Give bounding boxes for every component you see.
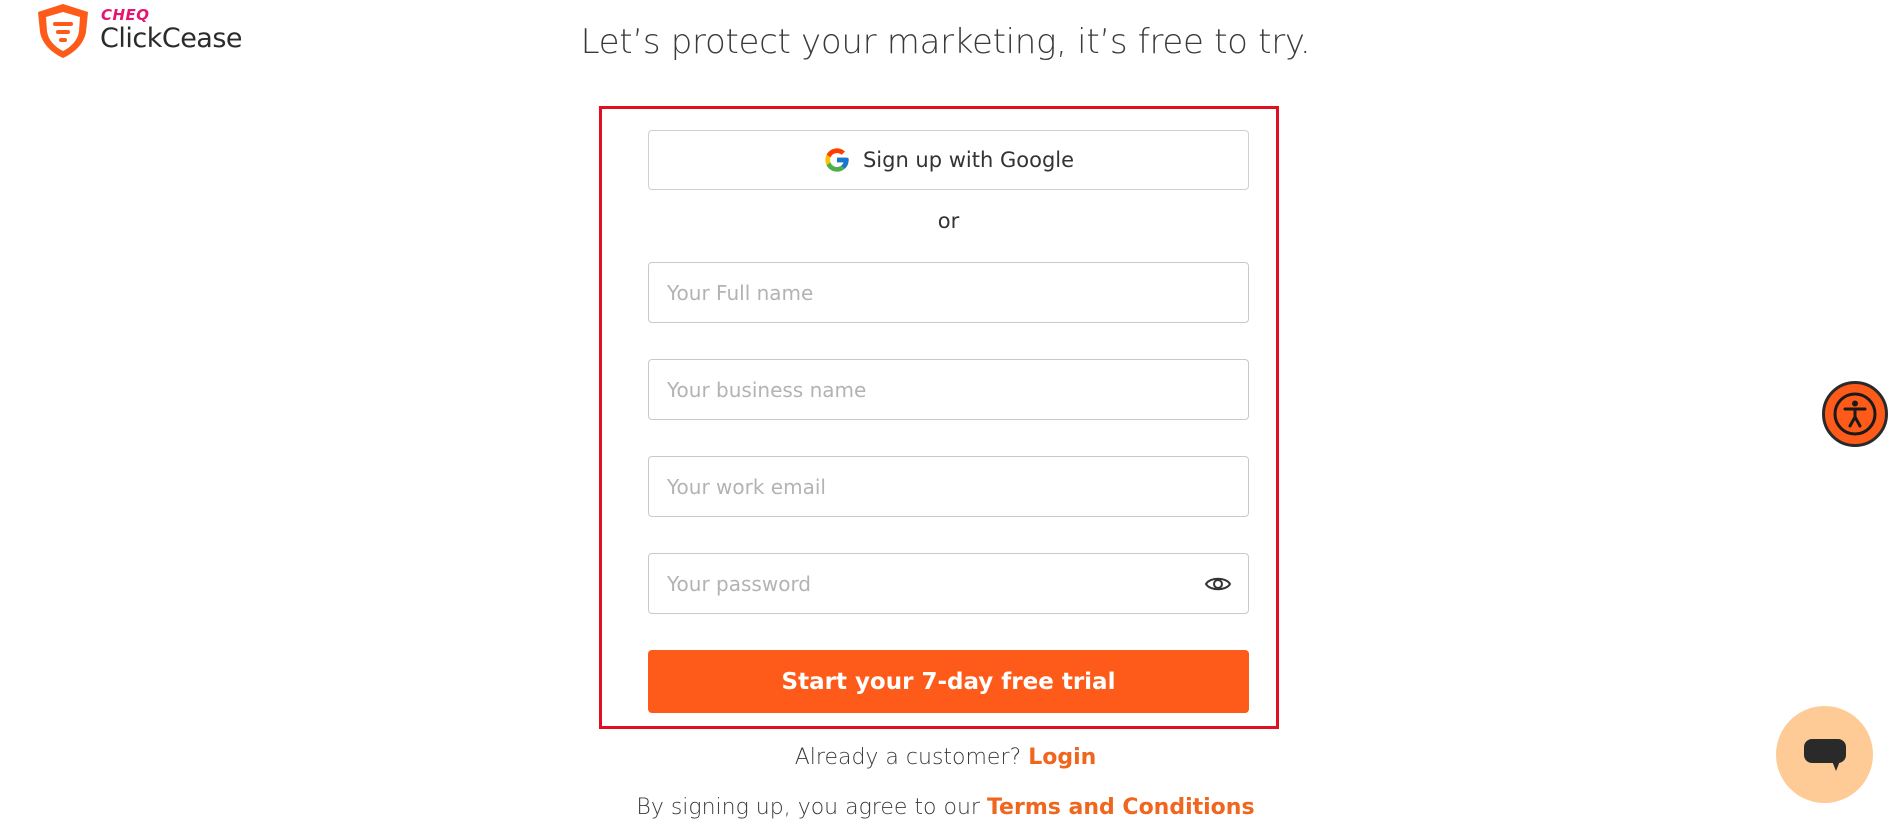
login-prompt: Already a customer? Login — [0, 745, 1891, 770]
signup-form: Sign up with Google or Start your 7-day … — [648, 130, 1249, 713]
terms-text: By signing up, you agree to our — [636, 795, 980, 820]
google-g-icon — [825, 148, 849, 172]
or-divider: or — [937, 209, 960, 233]
eye-icon[interactable] — [1204, 574, 1232, 594]
terms-notice: By signing up, you agree to our Terms an… — [0, 795, 1891, 820]
terms-link[interactable]: Terms and Conditions — [987, 795, 1255, 820]
password-input[interactable] — [649, 554, 1248, 613]
full-name-field — [648, 262, 1249, 323]
work-email-input[interactable] — [649, 457, 1248, 516]
accessibility-button[interactable] — [1822, 381, 1888, 447]
business-name-field — [648, 359, 1249, 420]
start-trial-button[interactable]: Start your 7-day free trial — [648, 650, 1249, 713]
chat-bubble-icon — [1803, 738, 1846, 771]
google-signup-label: Sign up with Google — [862, 148, 1075, 172]
work-email-field — [648, 456, 1249, 517]
business-name-input[interactable] — [649, 360, 1248, 419]
google-signup-button[interactable]: Sign up with Google — [648, 130, 1249, 190]
login-prompt-text: Already a customer? — [794, 745, 1022, 770]
password-field — [648, 553, 1249, 614]
page-headline: Let’s protect your marketing, it’s free … — [580, 22, 1311, 62]
signup-page: CHEQ ClickCease Let’s protect your marke… — [0, 0, 1891, 825]
login-link[interactable]: Login — [1028, 745, 1096, 770]
full-name-input[interactable] — [649, 263, 1248, 322]
chat-widget-button[interactable] — [1776, 706, 1873, 803]
accessibility-icon — [1833, 392, 1877, 436]
